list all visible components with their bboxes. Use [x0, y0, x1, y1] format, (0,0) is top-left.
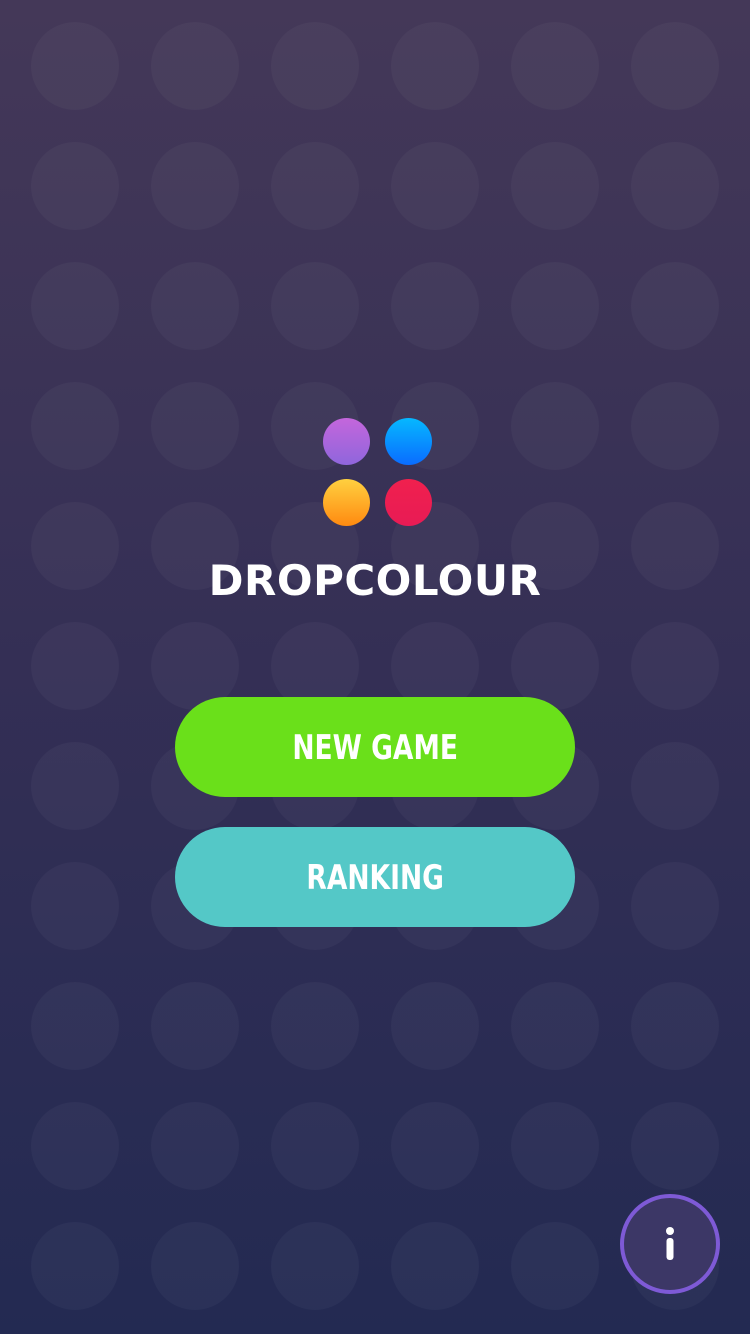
background-dot — [151, 982, 239, 1070]
background-dot — [631, 142, 719, 230]
background-dot — [631, 382, 719, 470]
background-dot — [31, 1222, 119, 1310]
background-dot — [631, 622, 719, 710]
background-dot — [31, 742, 119, 830]
background-dot — [151, 142, 239, 230]
background-dot — [631, 742, 719, 830]
background-dot — [511, 382, 599, 470]
background-dot — [391, 142, 479, 230]
background-dot — [511, 262, 599, 350]
logo-dot-blue — [385, 418, 432, 465]
background-dot — [31, 622, 119, 710]
background-dot — [391, 1222, 479, 1310]
background-dot — [271, 1102, 359, 1190]
game-title: DROPCOLOUR — [208, 556, 542, 605]
background-dot — [511, 22, 599, 110]
background-dot — [271, 262, 359, 350]
background-dot — [31, 862, 119, 950]
background-dot — [391, 1102, 479, 1190]
background-dot — [511, 142, 599, 230]
game-logo — [322, 417, 434, 527]
background-dot — [271, 142, 359, 230]
background-dot — [31, 142, 119, 230]
background-dot — [631, 862, 719, 950]
new-game-button[interactable]: NEW GAME — [175, 697, 575, 797]
background-dot — [31, 982, 119, 1070]
background-dot — [631, 982, 719, 1070]
background-dot — [31, 382, 119, 470]
new-game-label: NEW GAME — [292, 728, 458, 768]
background-dot — [151, 1102, 239, 1190]
background-dot — [31, 1102, 119, 1190]
logo-dot-orange — [323, 479, 370, 526]
ranking-label: RANKING — [306, 858, 444, 898]
background-dot — [271, 22, 359, 110]
logo-dot-red — [385, 479, 432, 526]
background-dot — [511, 1222, 599, 1310]
background-dot — [151, 1222, 239, 1310]
background-dot — [391, 982, 479, 1070]
background-dot — [631, 262, 719, 350]
logo-dot-purple — [323, 418, 370, 465]
background-dot-grid — [0, 0, 750, 1334]
background-dot — [271, 982, 359, 1070]
background-dot — [151, 382, 239, 470]
background-dot — [31, 262, 119, 350]
background-dot — [511, 1102, 599, 1190]
info-icon — [666, 1227, 674, 1260]
info-button[interactable] — [620, 1194, 720, 1294]
background-dot — [151, 22, 239, 110]
background-dot — [511, 982, 599, 1070]
background-dot — [631, 1102, 719, 1190]
ranking-button[interactable]: RANKING — [175, 827, 575, 927]
background-dot — [31, 22, 119, 110]
background-dot — [391, 22, 479, 110]
background-dot — [151, 262, 239, 350]
background-dot — [391, 262, 479, 350]
background-dot — [631, 22, 719, 110]
background-dot — [271, 1222, 359, 1310]
